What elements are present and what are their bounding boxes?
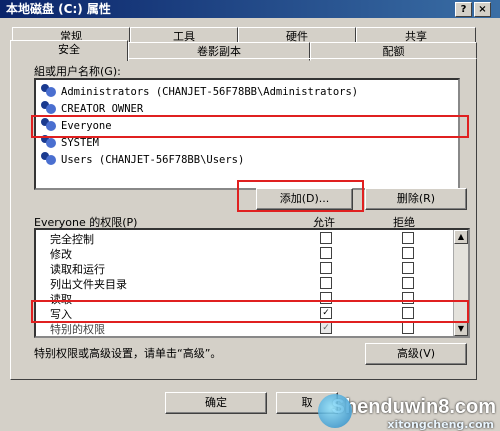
permission-row: 写入 ✓ (36, 305, 446, 321)
deny-checkbox[interactable] (402, 232, 414, 244)
watermark-sub: xitongcheng.com (387, 418, 494, 431)
watermark: Shenduwin8.com xitongcheng.com (317, 394, 496, 431)
scroll-up-arrow-icon[interactable]: ▲ (454, 230, 468, 244)
advanced-button[interactable]: 高级(V) (365, 343, 467, 365)
watermark-logo-icon (317, 394, 352, 428)
allow-checkbox[interactable] (320, 277, 332, 289)
remove-button[interactable]: 删除(R) (365, 188, 467, 210)
watermark-main: Shenduwin8.com (331, 396, 496, 418)
users-list[interactable]: Administrators (CHANJET-56F78BB\Administ… (34, 78, 460, 190)
close-button[interactable]: × (474, 2, 491, 17)
list-item-label: CREATOR OWNER (61, 103, 144, 115)
title-bar: 本地磁盘 (C:) 属性 ? × (0, 0, 500, 18)
user-group-icon (40, 135, 58, 148)
permission-row: 读取和运行 (36, 260, 446, 276)
deny-checkbox[interactable] (402, 277, 414, 289)
permission-row: 列出文件夹目录 (36, 275, 446, 291)
groups-label: 組或用户名称(G): (34, 65, 121, 78)
allow-checkbox[interactable] (320, 232, 332, 244)
tab-security[interactable]: 安全 (10, 40, 128, 61)
list-item-administrators[interactable]: Administrators (CHANJET-56F78BB\Administ… (40, 84, 358, 100)
permission-row: 修改 (36, 245, 446, 261)
list-item-creator-owner[interactable]: CREATOR OWNER (40, 101, 143, 117)
list-item-users[interactable]: Users (CHANJET-56F78BB\Users) (40, 152, 244, 168)
deny-checkbox[interactable] (402, 262, 414, 274)
deny-checkbox (402, 322, 414, 334)
permission-row: 特别的权限 ✓ (36, 320, 446, 336)
deny-checkbox[interactable] (402, 247, 414, 259)
allow-checkbox[interactable] (320, 247, 332, 259)
permission-name: 特别的权限 (50, 323, 105, 336)
add-button[interactable]: 添加(D)... (256, 188, 353, 210)
window-title: 本地磁盘 (C:) 属性 (6, 2, 111, 16)
permissions-list: 完全控制 修改 读取和运行 列出文件夹目录 读取 写入 ✓ 特别的权限 ✓ ▲ … (34, 228, 470, 338)
permission-row: 完全控制 (36, 230, 446, 246)
scroll-down-arrow-icon[interactable]: ▼ (454, 322, 468, 336)
user-group-icon (40, 118, 58, 131)
allow-checkbox-checked: ✓ (320, 322, 332, 334)
deny-checkbox[interactable] (402, 307, 414, 319)
allow-checkbox[interactable] (320, 262, 332, 274)
advanced-hint: 特别权限或高级设置，请单击“高级”。 (34, 347, 222, 360)
user-group-icon (40, 101, 58, 114)
list-item-label: SYSTEM (61, 137, 99, 149)
user-group-icon (40, 152, 58, 165)
user-group-icon (40, 84, 58, 97)
properties-dialog: 本地磁盘 (C:) 属性 ? × 常规 工具 硬件 共享 安全 卷影副本 配额 … (0, 0, 500, 431)
list-item-system[interactable]: SYSTEM (40, 135, 99, 151)
list-item-everyone[interactable]: Everyone (40, 118, 112, 134)
list-item-label: Everyone (61, 120, 112, 132)
permission-row: 读取 (36, 290, 446, 306)
list-item-label: Administrators (CHANJET-56F78BB\Administ… (61, 86, 359, 98)
permissions-scrollbar[interactable]: ▲ ▼ (453, 230, 468, 336)
ok-button[interactable]: 确定 (165, 392, 267, 414)
deny-checkbox[interactable] (402, 292, 414, 304)
allow-checkbox[interactable] (320, 292, 332, 304)
allow-checkbox-checked[interactable]: ✓ (320, 307, 332, 319)
list-item-label: Users (CHANJET-56F78BB\Users) (61, 154, 245, 166)
help-button[interactable]: ? (455, 2, 472, 17)
